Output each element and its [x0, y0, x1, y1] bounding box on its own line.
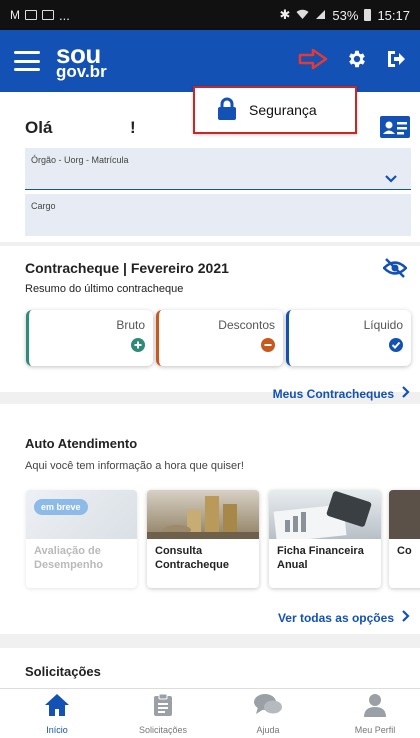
- bruto-label: Bruto: [116, 318, 145, 332]
- coins-image: [147, 490, 259, 539]
- chat-bubbles-icon: [253, 693, 283, 722]
- liquido-card[interactable]: Líquido: [286, 310, 411, 366]
- liquido-label: Líquido: [363, 318, 403, 332]
- logo-line2: gov.br: [56, 61, 107, 81]
- eye-off-icon[interactable]: [382, 258, 408, 283]
- contracheque-subtitle: Resumo do último contracheque: [25, 283, 184, 295]
- menu-icon[interactable]: [14, 51, 40, 71]
- tab-label: Solicitações: [138, 725, 188, 735]
- status-bar: M ... ✱ 53% 15:17: [0, 0, 420, 30]
- auto-atendimento-section: Auto Atendimento Aqui você tem informaçã…: [0, 404, 420, 634]
- tab-ajuda[interactable]: Ajuda: [233, 693, 303, 735]
- logout-icon[interactable]: [386, 49, 406, 74]
- bruto-card[interactable]: Bruto: [26, 310, 153, 366]
- ver-todas-label: Ver todas as opções: [277, 610, 394, 625]
- service-card-ficha-financeira[interactable]: Ficha Financeira Anual: [269, 490, 381, 588]
- clipboard-icon: [153, 693, 173, 722]
- sou-govbr-logo: sou gov.br: [56, 41, 107, 81]
- service-card-partial[interactable]: Co: [389, 490, 420, 588]
- descontos-label: Descontos: [218, 318, 275, 332]
- plus-circle-icon: [131, 338, 145, 357]
- service-label: Ficha Financeira Anual: [277, 545, 364, 572]
- tab-label: Início: [46, 725, 68, 735]
- app-header: sou gov.br: [0, 30, 420, 92]
- service-image: em breve: [26, 490, 137, 539]
- service-label: Avaliação de Desempenho: [34, 545, 104, 572]
- notification-icon: [42, 10, 54, 20]
- service-card-consulta-contracheque[interactable]: Consulta Contracheque: [147, 490, 259, 588]
- arrow-right-icon: [298, 48, 328, 75]
- contracheque-title: Contracheque | Fevereiro 2021: [25, 260, 229, 276]
- contracheque-section: Contracheque | Fevereiro 2021 Resumo do …: [0, 246, 420, 401]
- report-image: [269, 490, 381, 543]
- tab-label: Ajuda: [256, 725, 280, 735]
- solicitacoes-section: Solicitações: [0, 648, 420, 688]
- greeting: Olá: [25, 118, 53, 137]
- ver-todas-opcoes-link[interactable]: Ver todas as opções: [278, 610, 410, 625]
- chevron-down-icon: [385, 170, 397, 188]
- service-image: [389, 490, 420, 539]
- descontos-card[interactable]: Descontos: [156, 310, 283, 366]
- service-card-avaliacao: em breve Avaliação de Desempenho: [26, 490, 137, 588]
- orgao-label: Órgão - Uorg - Matrícula: [31, 155, 129, 165]
- security-menu-item[interactable]: Segurança: [193, 86, 357, 134]
- notification-icon: [25, 10, 37, 20]
- service-label: Consulta Contracheque: [155, 545, 229, 572]
- user-icon: [363, 693, 387, 722]
- meus-contracheques-label: Meus Contracheques: [272, 386, 394, 401]
- bottom-nav: Início Solicitações Ajuda Meu Perfil: [0, 688, 420, 738]
- tab-meu-perfil[interactable]: Meu Perfil: [340, 693, 410, 735]
- more-notifications-icon: ...: [59, 7, 70, 23]
- tab-inicio[interactable]: Início: [22, 693, 92, 735]
- gmail-icon: M: [10, 8, 20, 22]
- id-card-icon[interactable]: [380, 116, 410, 143]
- home-icon: [44, 693, 70, 722]
- minus-circle-icon: [261, 338, 275, 357]
- wifi-icon: [296, 8, 309, 23]
- clock: 15:17: [377, 7, 410, 23]
- cargo-label: Cargo: [31, 201, 56, 211]
- bluetooth-icon: ✱: [279, 7, 291, 22]
- chevron-right-icon: [402, 610, 410, 625]
- service-label: Co: [397, 545, 412, 557]
- tab-label: Meu Perfil: [354, 725, 396, 735]
- auto-atendimento-subtitle: Aqui você tem informação a hora que quis…: [25, 460, 244, 472]
- security-label: Segurança: [249, 102, 317, 118]
- check-circle-icon: [389, 338, 403, 357]
- gear-icon[interactable]: [346, 48, 368, 75]
- em-breve-badge: em breve: [34, 499, 88, 515]
- cargo-field: Cargo: [25, 194, 411, 236]
- orgao-select[interactable]: Órgão - Uorg - Matrícula: [25, 148, 411, 190]
- battery-icon: [364, 9, 372, 21]
- meus-contracheques-link[interactable]: Meus Contracheques: [273, 386, 410, 401]
- lock-icon: [217, 97, 237, 124]
- signal-icon: [315, 8, 326, 23]
- auto-atendimento-title: Auto Atendimento: [25, 436, 138, 451]
- battery-level: 53%: [332, 7, 359, 23]
- solicitacoes-title: Solicitações: [25, 664, 101, 679]
- chevron-right-icon: [402, 386, 410, 401]
- tab-solicitacoes[interactable]: Solicitações: [128, 693, 198, 735]
- greeting-exclamation: !: [130, 118, 136, 137]
